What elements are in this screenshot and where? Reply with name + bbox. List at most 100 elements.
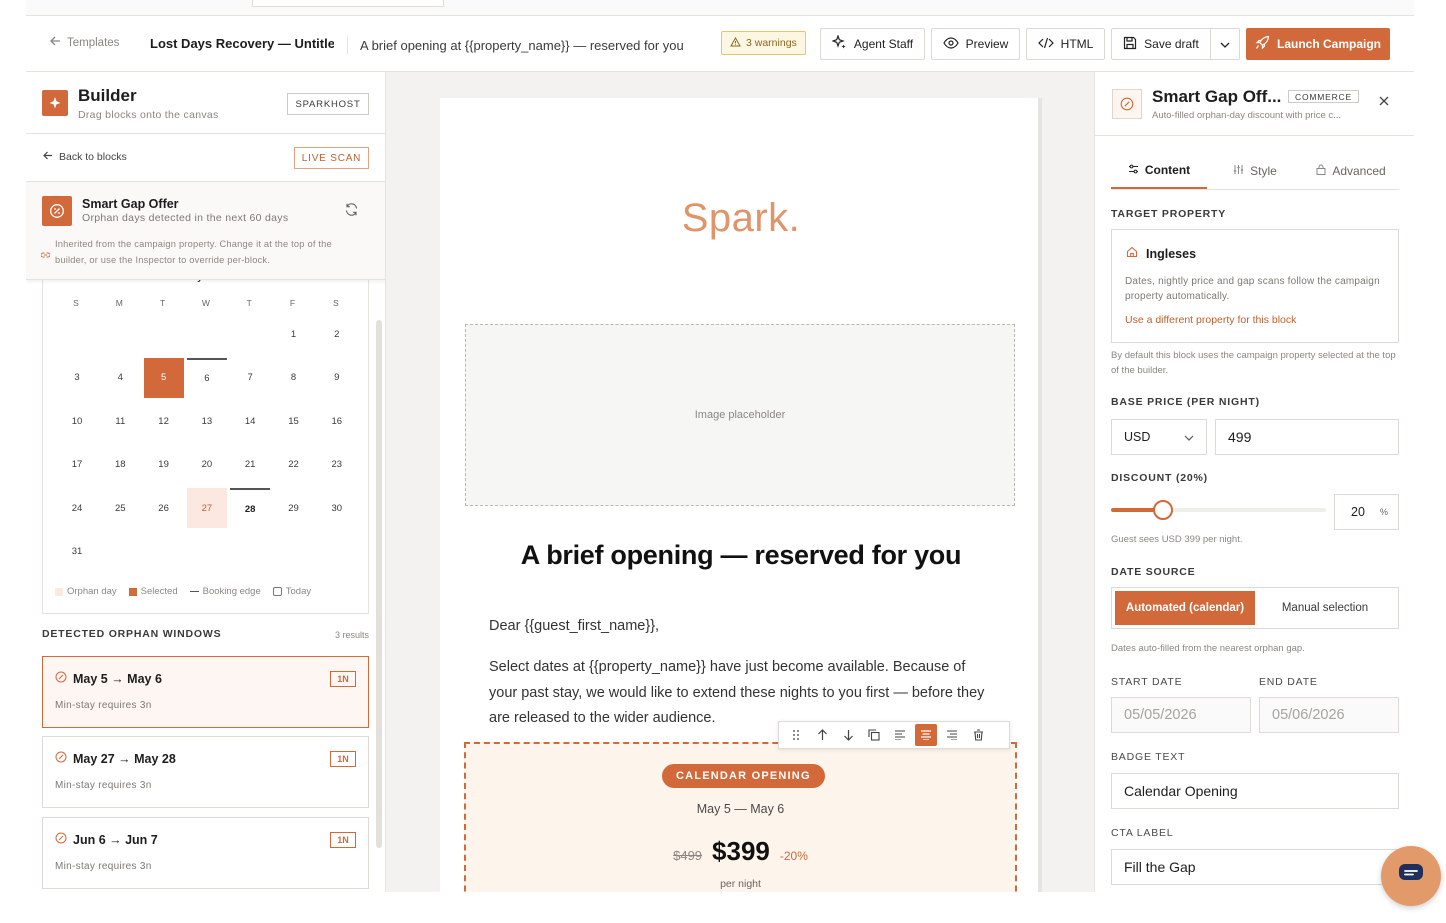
calendar-day[interactable]: 30 bbox=[317, 488, 357, 528]
email-logo[interactable]: Spark. bbox=[440, 196, 1042, 241]
badge-text-input[interactable]: Calendar Opening bbox=[1111, 773, 1399, 809]
discount-badge-icon bbox=[55, 671, 67, 686]
delete-icon[interactable] bbox=[967, 724, 989, 746]
align-right-icon[interactable] bbox=[941, 724, 963, 746]
move-down-icon[interactable] bbox=[837, 724, 859, 746]
agent-staff-button[interactable]: Agent Staff bbox=[820, 28, 925, 60]
live-scan-chip[interactable]: LIVE SCAN bbox=[294, 147, 369, 169]
back-to-blocks-link[interactable]: Back to blocks bbox=[43, 151, 127, 163]
orphan-calendar: May 2026 Orphan day Selected Booking edg… bbox=[42, 272, 369, 614]
calendar-day[interactable]: 19 bbox=[144, 445, 184, 485]
chat-launcher-button[interactable] bbox=[1381, 846, 1441, 906]
workspace-chip[interactable]: SPARKHOST bbox=[287, 93, 369, 115]
calendar-day[interactable]: 8 bbox=[274, 358, 314, 398]
discount-unit: % bbox=[1379, 507, 1388, 517]
orphan-window-item[interactable]: May 27 → May 28 Min-stay requires 3n 1N bbox=[42, 736, 369, 808]
home-icon bbox=[1126, 246, 1138, 261]
code-icon bbox=[1037, 37, 1054, 52]
drag-handle-icon[interactable] bbox=[785, 724, 807, 746]
calendar-day[interactable]: 28 bbox=[230, 488, 271, 528]
calendar-day[interactable]: 5 bbox=[143, 357, 184, 398]
calendar-day[interactable]: 9 bbox=[317, 358, 357, 398]
tab-advanced[interactable]: Advanced bbox=[1303, 152, 1399, 189]
html-button[interactable]: HTML bbox=[1026, 28, 1105, 60]
duplicate-icon[interactable] bbox=[863, 724, 885, 746]
date-source-manual[interactable]: Manual selection bbox=[1255, 591, 1395, 625]
image-placeholder[interactable]: Image placeholder bbox=[465, 324, 1015, 506]
calendar-day[interactable]: 18 bbox=[100, 445, 140, 485]
calendar-day[interactable]: 21 bbox=[230, 445, 270, 485]
calendar-day[interactable]: 11 bbox=[100, 401, 140, 441]
move-up-icon[interactable] bbox=[811, 724, 833, 746]
back-to-templates[interactable]: Templates bbox=[50, 36, 119, 49]
cta-label-input[interactable]: Fill the Gap bbox=[1111, 849, 1399, 885]
calendar-day[interactable]: 15 bbox=[274, 401, 314, 441]
target-property-card: Ingleses Dates, nightly price and gap sc… bbox=[1111, 229, 1399, 343]
align-center-icon[interactable] bbox=[915, 724, 937, 746]
orphan-window-item[interactable]: May 5 → May 6 Min-stay requires 3n 1N bbox=[42, 656, 369, 728]
tab-content[interactable]: Content bbox=[1111, 152, 1207, 189]
date-source-automated[interactable]: Automated (calendar) bbox=[1115, 591, 1255, 625]
calendar-day[interactable]: 25 bbox=[100, 488, 140, 528]
start-date-input[interactable]: 05/05/2026 bbox=[1111, 697, 1251, 733]
agent-staff-label: Agent Staff bbox=[853, 37, 914, 51]
launch-campaign-button[interactable]: Launch Campaign bbox=[1246, 28, 1390, 60]
calendar-day[interactable]: 7 bbox=[230, 358, 270, 398]
calendar-day[interactable]: 22 bbox=[274, 445, 314, 485]
warnings-badge[interactable]: 3 warnings bbox=[721, 31, 806, 55]
builder-logo-icon bbox=[42, 90, 68, 116]
calendar-day[interactable]: 4 bbox=[100, 358, 140, 398]
calendar-day[interactable]: 13 bbox=[187, 401, 227, 441]
legend-orphan-swatch bbox=[55, 587, 63, 596]
orphan-window-item[interactable]: Jun 6 → Jun 7 Min-stay requires 3n 1N bbox=[42, 817, 369, 889]
email-headline[interactable]: A brief opening — reserved for you bbox=[440, 540, 1042, 571]
discount-input[interactable]: 20 % bbox=[1334, 494, 1399, 530]
calendar-day[interactable]: 16 bbox=[317, 401, 357, 441]
calendar-day[interactable]: 2 bbox=[317, 314, 357, 354]
align-left-icon[interactable] bbox=[889, 724, 911, 746]
calendar-day[interactable]: 3 bbox=[57, 358, 97, 398]
different-property-link[interactable]: Use a different property for this block bbox=[1125, 314, 1296, 326]
calendar-dow: W bbox=[201, 298, 210, 308]
end-date-input[interactable]: 05/06/2026 bbox=[1259, 697, 1399, 733]
email-subject[interactable]: A brief opening at {{property_name}} — r… bbox=[347, 36, 684, 54]
legend-selected-label: Selected bbox=[140, 586, 178, 597]
slider-thumb[interactable] bbox=[1153, 500, 1174, 520]
campaign-name[interactable]: Lost Days Recovery — Untitle bbox=[150, 36, 334, 51]
calendar-day[interactable]: 10 bbox=[57, 401, 97, 441]
calendar-day[interactable]: 20 bbox=[187, 445, 227, 485]
block-toolbar bbox=[778, 721, 1010, 749]
date-source-toggle: Automated (calendar) Manual selection bbox=[1111, 587, 1399, 629]
property-name-label: Ingleses bbox=[1146, 246, 1197, 261]
calendar-day[interactable]: 14 bbox=[230, 401, 270, 441]
currency-select[interactable]: USD bbox=[1111, 419, 1207, 455]
email-canvas: Spark. Image placeholder A brief opening… bbox=[386, 72, 1094, 892]
calendar-day[interactable]: 17 bbox=[57, 445, 97, 485]
discount-slider[interactable] bbox=[1111, 500, 1326, 520]
preview-button[interactable]: Preview bbox=[931, 28, 1020, 60]
base-price-input[interactable]: 499 bbox=[1215, 419, 1399, 455]
legend-orphan: Orphan day bbox=[55, 586, 117, 597]
calendar-day[interactable]: 6 bbox=[186, 357, 227, 398]
calendar-day[interactable]: 24 bbox=[57, 488, 97, 528]
save-options-dropdown[interactable] bbox=[1210, 28, 1240, 60]
calendar-day[interactable]: 26 bbox=[144, 488, 184, 528]
orphan-window-note: Min-stay requires 3n bbox=[55, 780, 152, 791]
orphan-window-nights: 1N bbox=[330, 832, 356, 848]
close-icon[interactable] bbox=[1379, 93, 1389, 111]
refresh-icon[interactable] bbox=[344, 202, 359, 222]
calendar-day[interactable]: 1 bbox=[274, 314, 314, 354]
start-date-label: START DATE bbox=[1111, 676, 1183, 688]
smart-gap-offer-block[interactable]: CALENDAR OPENING May 5 — May 6 $499 $399… bbox=[464, 742, 1017, 892]
orphan-window-range: May 5 → May 6 bbox=[55, 671, 162, 686]
tab-style[interactable]: Style bbox=[1207, 152, 1303, 189]
calendar-day[interactable]: 23 bbox=[317, 445, 357, 485]
email-greeting[interactable]: Dear {{guest_first_name}}, bbox=[489, 618, 659, 634]
builder-scrollbar[interactable] bbox=[376, 320, 382, 848]
calendar-day[interactable]: 27 bbox=[186, 488, 227, 528]
calendar-day[interactable]: 31 bbox=[57, 532, 97, 572]
preview-label: Preview bbox=[965, 37, 1009, 51]
calendar-day[interactable]: 12 bbox=[144, 401, 184, 441]
calendar-day[interactable]: 29 bbox=[274, 488, 314, 528]
save-draft-button[interactable]: Save draft bbox=[1111, 28, 1210, 60]
